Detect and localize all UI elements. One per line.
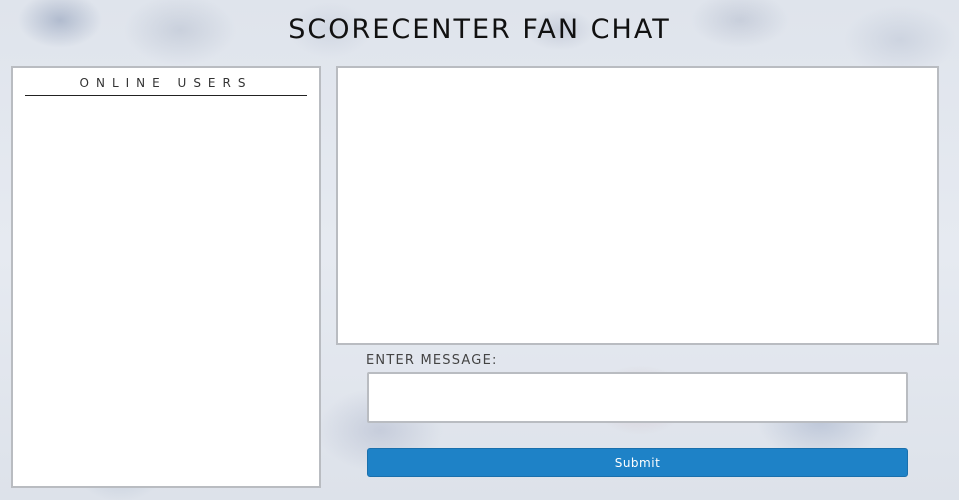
chat-messages-window[interactable]	[336, 66, 939, 345]
page-title: SCORECENTER FAN CHAT	[288, 14, 671, 45]
submit-button[interactable]: Submit	[367, 448, 908, 477]
message-input-label: ENTER MESSAGE:	[366, 353, 498, 368]
online-users-panel: ONLINE USERS	[11, 66, 321, 488]
message-input[interactable]	[367, 372, 908, 423]
online-users-title: ONLINE USERS	[25, 76, 307, 96]
online-users-list	[13, 96, 319, 108]
